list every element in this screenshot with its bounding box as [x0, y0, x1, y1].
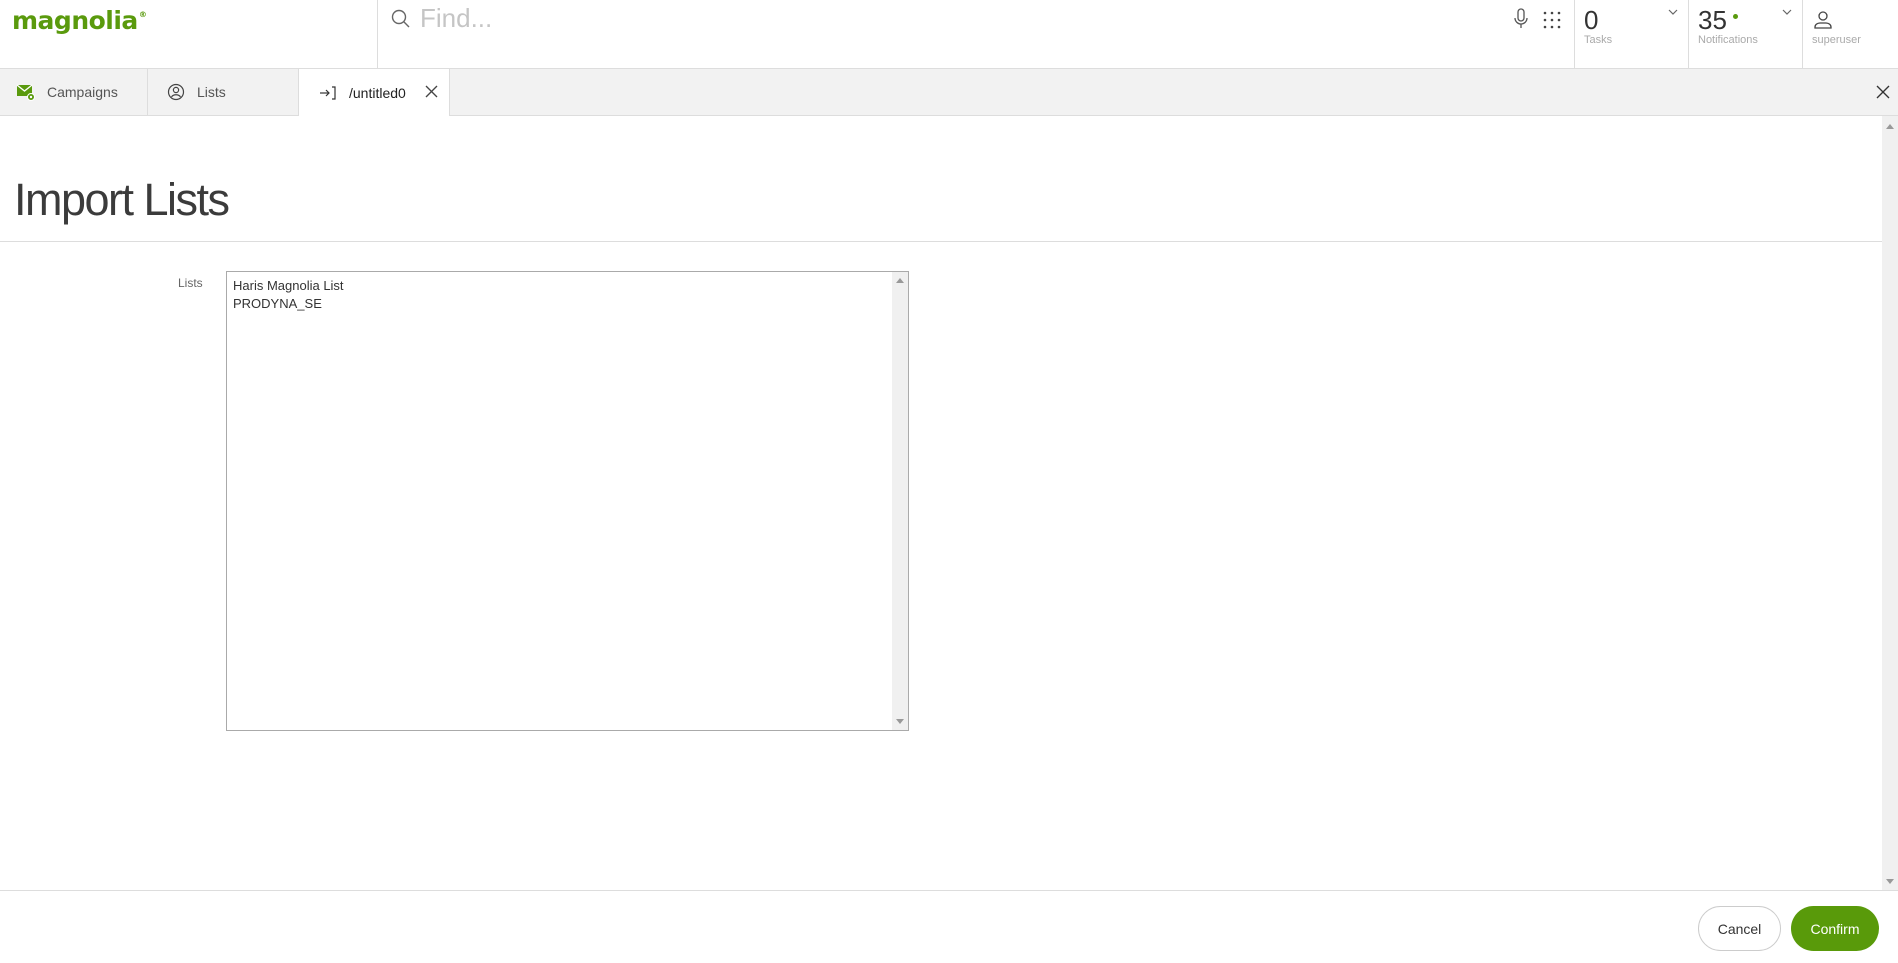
- page-title: Import Lists: [14, 174, 230, 225]
- tasks-label: Tasks: [1584, 34, 1613, 46]
- tasks-indicator[interactable]: 0 Tasks: [1574, 0, 1688, 69]
- scroll-down-arrow-icon[interactable]: [896, 719, 904, 724]
- title-divider: [0, 241, 1882, 242]
- tab-lists[interactable]: Lists: [148, 69, 299, 115]
- chevron-down-icon: [1782, 9, 1792, 15]
- page-scrollbar[interactable]: [1882, 116, 1898, 890]
- microphone-icon[interactable]: [1513, 8, 1529, 30]
- search-icon: [391, 9, 410, 28]
- lists-field-label: Lists: [178, 276, 203, 290]
- tab-label: Lists: [197, 84, 226, 100]
- notifications-count: 35: [1698, 5, 1727, 35]
- tab-bar: Campaigns Lists /untitled0: [0, 69, 1898, 116]
- notifications-indicator[interactable]: 35 Notifications: [1688, 0, 1802, 69]
- chevron-down-icon: [1668, 9, 1678, 15]
- import-arrow-icon: [320, 85, 336, 100]
- user-icon: [1814, 11, 1832, 29]
- mail-gear-icon: [17, 84, 35, 101]
- app-header: magnolia® 0 Tasks 35 Notifications: [0, 0, 1898, 69]
- tab-untitled0[interactable]: /untitled0: [299, 69, 450, 116]
- search-area: [377, 0, 1574, 69]
- user-menu[interactable]: superuser: [1802, 0, 1898, 69]
- scroll-up-arrow-icon[interactable]: [1886, 124, 1894, 129]
- username: superuser: [1812, 34, 1861, 46]
- close-app-icon[interactable]: [1876, 85, 1890, 99]
- magnolia-logo[interactable]: magnolia®: [12, 6, 147, 35]
- registered-mark: ®: [138, 10, 147, 19]
- close-tab-icon[interactable]: [424, 84, 439, 99]
- search-input[interactable]: [420, 2, 1020, 34]
- list-option[interactable]: Haris Magnolia List: [233, 277, 344, 295]
- lists-select[interactable]: Haris Magnolia List PRODYNA_SE: [226, 271, 909, 731]
- app-launcher-icon[interactable]: [1542, 10, 1562, 30]
- tasks-count: 0: [1584, 5, 1599, 35]
- logo-text: magnolia: [12, 6, 138, 35]
- user-circle-icon: [167, 83, 185, 101]
- list-option[interactable]: PRODYNA_SE: [233, 295, 344, 313]
- tab-label: /untitled0: [349, 84, 406, 101]
- cancel-button[interactable]: Cancel: [1698, 906, 1781, 951]
- lists-options: Haris Magnolia List PRODYNA_SE: [233, 277, 344, 313]
- tab-campaigns[interactable]: Campaigns: [0, 69, 148, 115]
- scroll-down-arrow-icon[interactable]: [1886, 879, 1894, 884]
- listbox-scrollbar[interactable]: [892, 272, 908, 730]
- scroll-up-arrow-icon[interactable]: [896, 278, 904, 283]
- tab-label: Campaigns: [47, 84, 118, 100]
- notifications-label: Notifications: [1698, 34, 1758, 46]
- footer-divider: [0, 890, 1898, 891]
- unread-dot-icon: [1733, 14, 1738, 19]
- confirm-button[interactable]: Confirm: [1791, 906, 1879, 951]
